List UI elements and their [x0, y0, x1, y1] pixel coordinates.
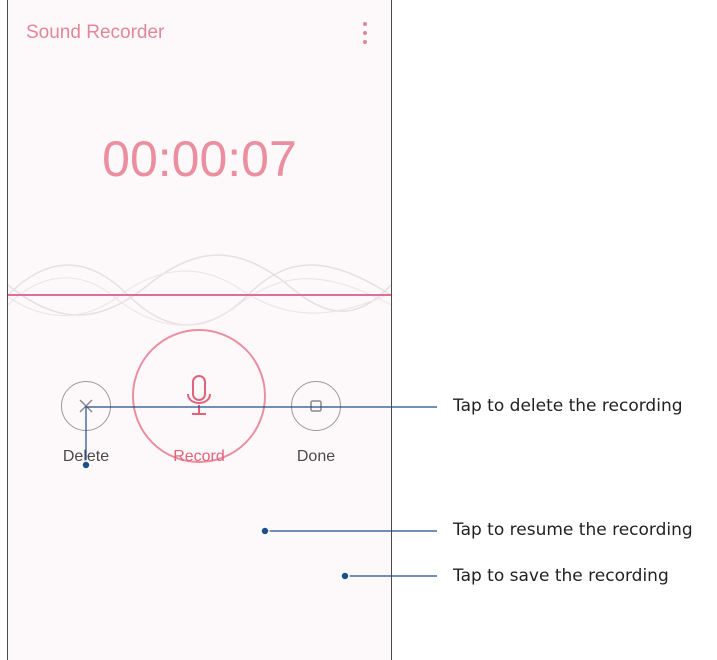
- callout-save: Tap to save the recording: [453, 566, 669, 586]
- callout-dot-resume: [260, 526, 270, 536]
- callout-dot-delete: [81, 460, 91, 470]
- callout-resume: Tap to resume the recording: [453, 520, 693, 540]
- callout-dot-save: [340, 571, 350, 581]
- callout-delete: Tap to delete the recording: [453, 396, 683, 416]
- callout-line-delete: [85, 406, 437, 465]
- callout-lines: [81, 406, 437, 581]
